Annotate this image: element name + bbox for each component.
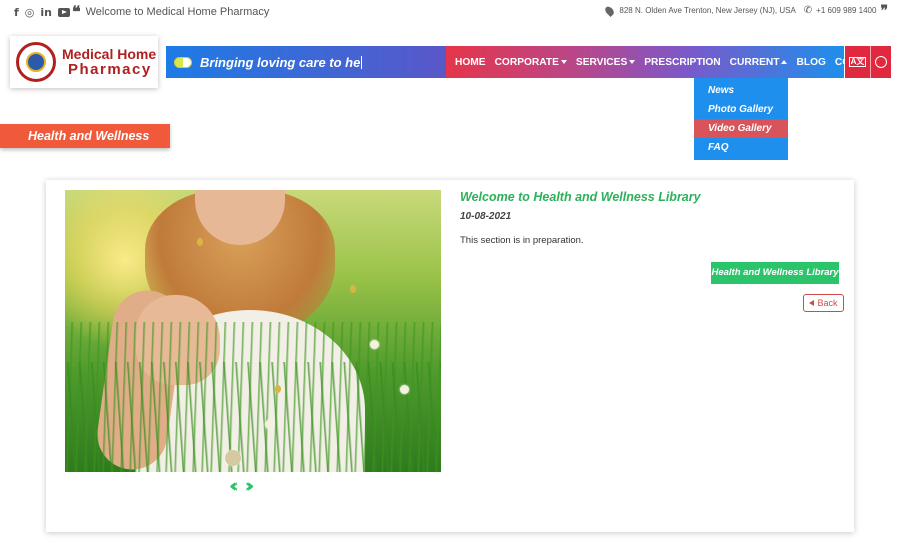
location-pin-icon bbox=[603, 4, 616, 17]
social-links: f ◎ in bbox=[14, 6, 71, 19]
whatsapp-icon bbox=[875, 56, 887, 68]
typing-cursor bbox=[361, 55, 363, 69]
translate-button[interactable]: A文 bbox=[845, 46, 871, 78]
article-photo bbox=[65, 190, 441, 472]
caret-down-icon bbox=[560, 59, 567, 64]
logo-line-2: Pharmacy bbox=[68, 61, 152, 78]
gallery-controls: ‹‹ ›› bbox=[229, 476, 254, 496]
nav-current[interactable]: CURRENT bbox=[730, 57, 788, 68]
caret-down-icon bbox=[629, 59, 636, 64]
photo-flower bbox=[225, 450, 241, 466]
photo-flower bbox=[400, 385, 409, 394]
next-arrow-icon[interactable]: ›› bbox=[245, 476, 254, 496]
dropdown-item-video-gallery[interactable]: Video Gallery bbox=[694, 119, 788, 138]
top-bar: f ◎ in ❝ Welcome to Medical Home Pharmac… bbox=[0, 0, 900, 26]
article-card: ‹‹ ›› Welcome to Health and Wellness Lib… bbox=[46, 180, 854, 532]
dropdown-item-news[interactable]: News bbox=[694, 81, 788, 100]
whatsapp-button[interactable] bbox=[871, 46, 891, 78]
welcome-message: ❝ Welcome to Medical Home Pharmacy bbox=[72, 2, 270, 21]
capsule-icon bbox=[174, 56, 192, 68]
dropdown-item-faq[interactable]: FAQ bbox=[694, 138, 788, 157]
nav-services[interactable]: SERVICES bbox=[576, 57, 636, 68]
photo-bud bbox=[350, 285, 356, 293]
nav-home[interactable]: HOME bbox=[455, 57, 486, 68]
photo-grass-front bbox=[65, 362, 441, 472]
prev-arrow-icon[interactable]: ‹‹ bbox=[229, 476, 238, 496]
welcome-text: Welcome to Medical Home Pharmacy bbox=[85, 6, 270, 18]
nav-corporate[interactable]: CORPORATE bbox=[495, 57, 567, 68]
phone-icon: ✆ bbox=[803, 5, 813, 16]
contact-info: 828 N. Olden Ave Trenton, New Jersey (NJ… bbox=[603, 2, 888, 19]
phone-text[interactable]: +1 609 989 1400 bbox=[816, 6, 876, 15]
current-dropdown-menu: News Photo Gallery Video Gallery FAQ bbox=[694, 78, 788, 160]
back-label: Back bbox=[817, 298, 838, 308]
quote-close-icon: ❞ bbox=[880, 2, 888, 19]
article-date: 10-08-2021 bbox=[460, 211, 512, 222]
translate-icon: A文 bbox=[848, 57, 867, 67]
tagline-ticker: Bringing loving care to he bbox=[166, 46, 446, 78]
ticker-text: Bringing loving care to he bbox=[200, 54, 361, 70]
nav-blog[interactable]: BLOG bbox=[796, 57, 825, 68]
article-title: Welcome to Health and Wellness Library bbox=[460, 190, 701, 204]
back-button[interactable]: Back bbox=[803, 294, 844, 312]
facebook-icon[interactable]: f bbox=[14, 6, 19, 19]
site-logo[interactable]: Medical Home Pharmacy bbox=[10, 36, 158, 88]
nav-prescription[interactable]: PRESCRIPTION bbox=[644, 57, 720, 68]
section-heading: Health and Wellness bbox=[0, 124, 170, 148]
logo-line-1: Medical Home bbox=[62, 46, 157, 62]
photo-bud bbox=[275, 385, 281, 393]
photo-flower bbox=[370, 340, 379, 349]
photo-bud bbox=[197, 238, 203, 246]
linkedin-icon[interactable]: in bbox=[40, 6, 52, 19]
dropdown-item-photo-gallery[interactable]: Photo Gallery bbox=[694, 100, 788, 119]
logo-emblem-icon bbox=[16, 42, 56, 82]
back-arrow-icon bbox=[809, 300, 815, 306]
main-nav: HOME CORPORATE SERVICES PRESCRIPTION CUR… bbox=[446, 46, 884, 78]
article-body: This section is in preparation. bbox=[460, 235, 584, 246]
logo-text: Medical Home Pharmacy bbox=[62, 46, 157, 78]
youtube-icon[interactable] bbox=[58, 8, 71, 17]
quote-open-icon: ❝ bbox=[72, 2, 81, 21]
photo-flower bbox=[265, 420, 274, 429]
library-button[interactable]: Health and Wellness Library bbox=[711, 262, 839, 284]
instagram-icon[interactable]: ◎ bbox=[25, 6, 35, 19]
caret-up-icon bbox=[781, 59, 788, 64]
caduceus-icon bbox=[26, 52, 46, 72]
utility-buttons: A文 bbox=[845, 46, 891, 78]
address-text: 828 N. Olden Ave Trenton, New Jersey (NJ… bbox=[619, 6, 796, 15]
